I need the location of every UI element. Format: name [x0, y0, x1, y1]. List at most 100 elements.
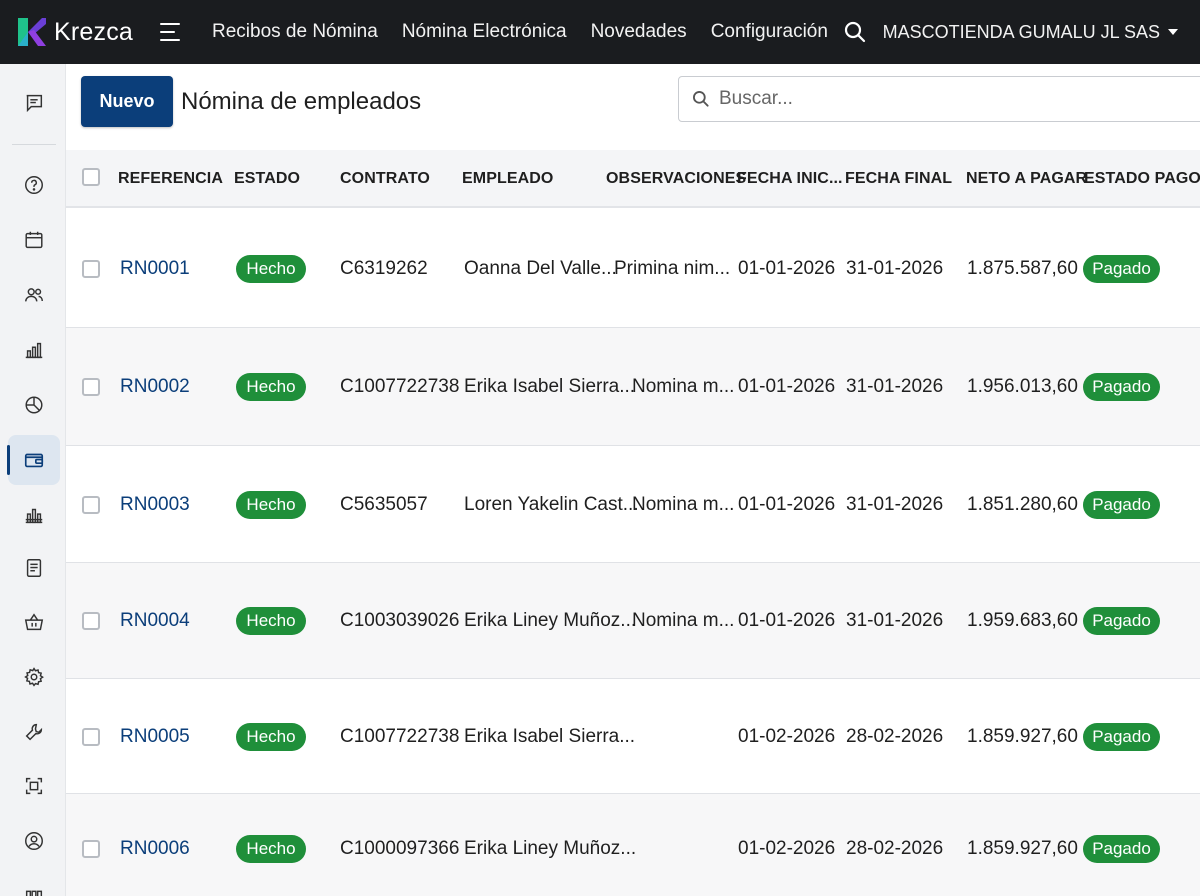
employee-cell: Erika Liney Muñoz...: [464, 838, 637, 859]
column-header-empleado[interactable]: EMPLEADO: [462, 170, 553, 188]
table-row[interactable]: RN0006 C1000097366 Erika Liney Muñoz... 01-…: [66, 794, 1200, 896]
end-date-cell: 31-01-2026: [846, 610, 944, 631]
net-pay-cell: 1.875.587,60: [967, 258, 1078, 279]
payment-status-badge: Pagado: [1083, 607, 1160, 635]
new-button[interactable]: Nuevo: [81, 76, 173, 127]
end-date-cell: 31-01-2026: [846, 258, 944, 279]
company-selector[interactable]: MASCOTIENDA GUMALU JL SAS: [883, 22, 1178, 43]
payment-status-badge: Pagado: [1083, 491, 1160, 519]
net-pay-cell: 1.956.013,60: [967, 376, 1078, 397]
status-badge: Hecho: [236, 723, 306, 751]
reference-link[interactable]: RN0003: [120, 494, 190, 516]
menu-toggle-icon[interactable]: [160, 23, 182, 41]
status-badge: Hecho: [236, 373, 306, 401]
row-checkbox[interactable]: [82, 612, 100, 630]
row-checkbox[interactable]: [82, 378, 100, 396]
column-header-fecha-inicio[interactable]: FECHA INIC...: [737, 170, 843, 188]
help-icon[interactable]: [8, 160, 60, 210]
employee-cell: Erika Liney Muñoz...: [464, 610, 637, 631]
scan-icon[interactable]: [8, 761, 60, 811]
nav-item-nomina-electronica[interactable]: Nómina Electrónica: [402, 21, 567, 43]
payment-status-badge: Pagado: [1083, 723, 1160, 751]
contract-cell: C1007722738: [340, 726, 460, 747]
users-icon[interactable]: [8, 270, 60, 320]
contract-cell: C5635057: [340, 494, 428, 515]
status-badge: Hecho: [236, 835, 306, 863]
caret-down-icon: [1168, 29, 1178, 35]
reference-link[interactable]: RN0006: [120, 838, 190, 860]
wallet-icon[interactable]: [7, 435, 60, 485]
end-date-cell: 31-01-2026: [846, 494, 944, 515]
net-pay-cell: 1.959.683,60: [967, 610, 1078, 631]
row-checkbox[interactable]: [82, 728, 100, 746]
column-header-estado-pago[interactable]: ESTADO PAGO: [1084, 170, 1200, 188]
wrench-icon[interactable]: [8, 707, 60, 757]
observations-cell: Nomina m...: [632, 376, 735, 397]
calendar-icon[interactable]: [8, 215, 60, 265]
payment-status-badge: Pagado: [1083, 373, 1160, 401]
employee-cell: Erika Isabel Sierra...: [464, 726, 636, 747]
column-header-neto-a-pagar[interactable]: NETO A PAGAR: [966, 170, 1087, 188]
end-date-cell: 28-02-2026: [846, 726, 944, 747]
sidebar-divider: [12, 144, 56, 145]
reference-link[interactable]: RN0001: [120, 258, 190, 280]
pie-chart-icon[interactable]: [8, 380, 60, 430]
more-icon[interactable]: [8, 870, 60, 896]
document-icon[interactable]: [8, 543, 60, 593]
table-row[interactable]: RN0004 C1003039026 Erika Liney Muñoz... Nom…: [66, 563, 1200, 679]
contract-cell: C1000097366: [340, 838, 460, 859]
chat-icon[interactable]: [8, 78, 60, 128]
search-box[interactable]: [678, 76, 1200, 122]
brand-logo[interactable]: Krezca: [16, 16, 140, 48]
status-badge: Hecho: [236, 255, 306, 283]
row-checkbox[interactable]: [82, 840, 100, 858]
start-date-cell: 01-01-2026: [738, 494, 836, 515]
user-circle-icon[interactable]: [8, 816, 60, 866]
nav-item-configuracion[interactable]: Configuración: [711, 21, 828, 43]
bank-icon[interactable]: [8, 490, 60, 540]
table-row[interactable]: RN0005 C1007722738 Erika Isabel Sierra... 0…: [66, 679, 1200, 794]
employee-cell: Oanna Del Valle...: [464, 258, 617, 279]
observations-cell: Nomina m...: [632, 610, 735, 631]
bar-chart-icon[interactable]: [8, 325, 60, 375]
search-icon[interactable]: [843, 20, 867, 44]
row-checkbox[interactable]: [82, 260, 100, 278]
status-badge: Hecho: [236, 491, 306, 519]
column-header-fecha-final[interactable]: FECHA FINAL: [845, 170, 952, 188]
table-header: REFERENCIA ESTADO CONTRATO EMPLEADO OBSE…: [66, 150, 1200, 208]
column-header-observaciones[interactable]: OBSERVACIONES: [606, 170, 746, 188]
nav-item-novedades[interactable]: Novedades: [591, 21, 687, 43]
column-header-estado[interactable]: ESTADO: [234, 170, 300, 188]
contract-cell: C1003039026: [340, 610, 460, 631]
top-bar: Krezca Recibos de Nómina Nómina Electrón…: [0, 0, 1200, 64]
search-input[interactable]: [719, 88, 1159, 110]
reference-link[interactable]: RN0004: [120, 610, 190, 632]
net-pay-cell: 1.859.927,60: [967, 838, 1078, 859]
company-name: MASCOTIENDA GUMALU JL SAS: [882, 21, 1160, 42]
search-icon: [693, 91, 709, 107]
start-date-cell: 01-02-2026: [738, 726, 836, 747]
payroll-table: REFERENCIA ESTADO CONTRATO EMPLEADO OBSE…: [66, 150, 1200, 896]
brand-name: Krezca: [54, 17, 134, 46]
table-row[interactable]: RN0003 C5635057 Loren Yakelin Cast... Nomin…: [66, 446, 1200, 563]
basket-icon[interactable]: [8, 597, 60, 647]
column-header-referencia[interactable]: REFERENCIA: [118, 170, 223, 188]
start-date-cell: 01-01-2026: [738, 610, 836, 631]
payment-status-badge: Pagado: [1083, 835, 1160, 863]
start-date-cell: 01-01-2026: [738, 258, 836, 279]
gear-icon[interactable]: [8, 652, 60, 702]
nav-item-recibos[interactable]: Recibos de Nómina: [212, 21, 378, 43]
net-pay-cell: 1.851.280,60: [967, 494, 1078, 515]
employee-cell: Erika Isabel Sierra...: [464, 376, 636, 397]
table-row[interactable]: RN0002 C1007722738 Erika Isabel Sierra... N…: [66, 328, 1200, 446]
contract-cell: C1007722738: [340, 376, 460, 397]
end-date-cell: 31-01-2026: [846, 376, 944, 397]
reference-link[interactable]: RN0005: [120, 726, 190, 748]
observations-cell: Nomina m...: [632, 494, 735, 515]
column-header-contrato[interactable]: CONTRATO: [340, 170, 430, 188]
table-row[interactable]: RN0001 C6319262 Oanna Del Valle... Primina …: [66, 210, 1200, 328]
select-all-checkbox[interactable]: [82, 168, 100, 186]
reference-link[interactable]: RN0002: [120, 376, 190, 398]
row-checkbox[interactable]: [82, 496, 100, 514]
employee-cell: Loren Yakelin Cast...: [464, 494, 639, 515]
